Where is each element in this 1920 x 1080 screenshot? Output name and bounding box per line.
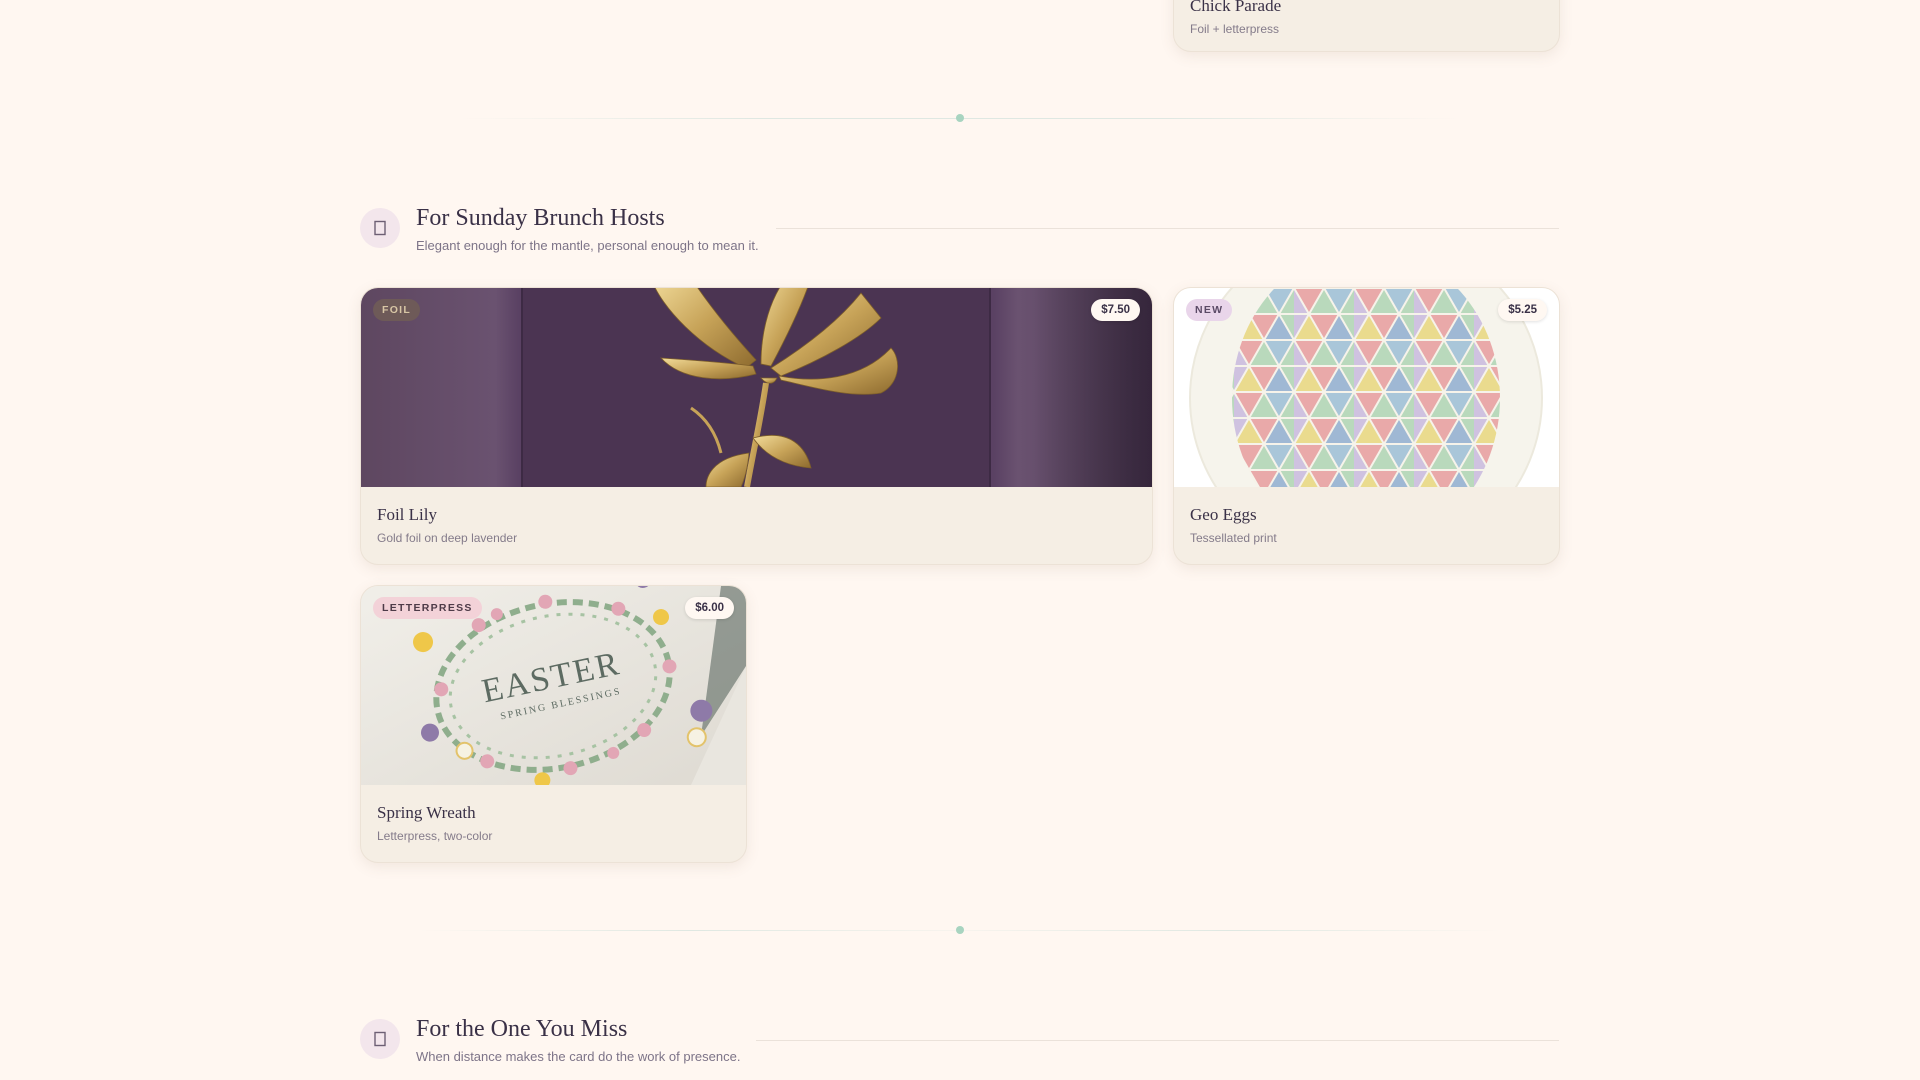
card-subtitle: Tessellated print (1190, 531, 1277, 545)
section-title: For the One You Miss (416, 1016, 628, 1042)
badge-new: NEW (1186, 299, 1233, 321)
product-card-spring-wreath[interactable]: EASTER SPRING BLESSINGS LETTERPRESS $6.0… (360, 585, 747, 863)
badge-foil: FOIL (373, 299, 421, 321)
card-title: Geo Eggs (1190, 505, 1257, 524)
price-tag: $6.00 (685, 597, 734, 619)
price-tag: $5.25 (1498, 299, 1547, 321)
section-subtitle: Elegant enough for the mantle, personal … (416, 238, 759, 253)
section-subtitle: When distance makes the card do the work… (416, 1049, 741, 1064)
card-title: Spring Wreath (377, 803, 476, 822)
divider-dot (956, 926, 964, 934)
card-subtitle: Letterpress, two-color (377, 829, 493, 843)
card-title: Foil Lily (377, 505, 437, 524)
card-image-geo-eggs: NEW $5.25 (1174, 288, 1559, 487)
section-title: For Sunday Brunch Hosts (416, 205, 665, 231)
section-rule (776, 228, 1559, 229)
product-card-chick-parade[interactable]: Chick Parade Foil + letterpress (1173, 0, 1560, 52)
card-image-foil-lily: FOIL $7.50 (361, 288, 1152, 487)
bookmark-icon (360, 208, 400, 248)
badge-letterpress: LETTERPRESS (373, 597, 482, 619)
card-subtitle: Gold foil on deep lavender (377, 531, 518, 545)
price-tag: $7.50 (1091, 299, 1140, 321)
card-image-spring-wreath: EASTER SPRING BLESSINGS LETTERPRESS $6.0… (361, 586, 746, 785)
card-subtitle: Foil + letterpress (1190, 22, 1280, 36)
divider-dot (956, 114, 964, 122)
bookmark-icon (360, 1019, 400, 1059)
product-card-foil-lily[interactable]: FOIL $7.50 Foil Lily Gold foil on deep l… (360, 287, 1153, 565)
card-title: Chick Parade (1190, 0, 1282, 15)
section-rule (756, 1040, 1559, 1041)
product-card-geo-eggs[interactable]: NEW $5.25 Geo Eggs Tessellated print (1173, 287, 1560, 565)
